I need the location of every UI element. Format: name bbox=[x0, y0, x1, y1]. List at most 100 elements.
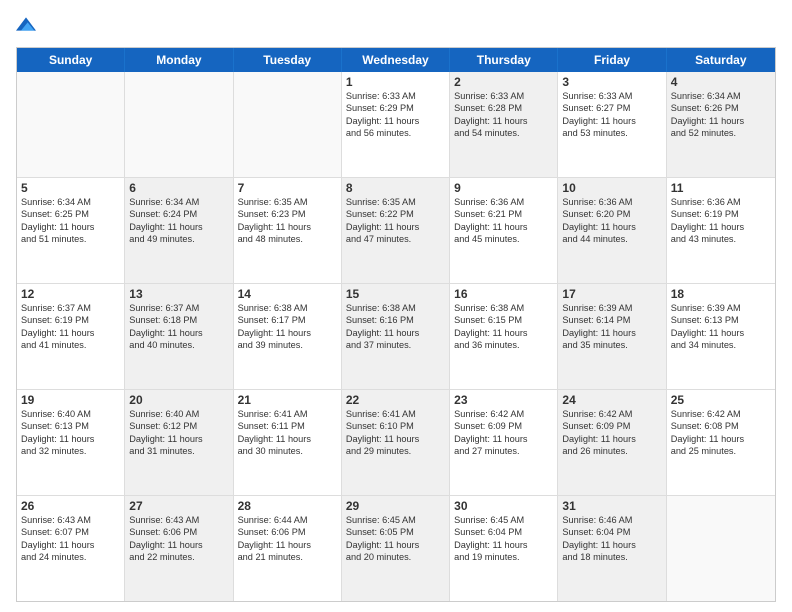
day-number: 24 bbox=[562, 393, 661, 407]
calendar-cell-empty bbox=[17, 72, 125, 177]
day-number: 3 bbox=[562, 75, 661, 89]
day-number: 9 bbox=[454, 181, 553, 195]
calendar-cell-day-27: 27Sunrise: 6:43 AM Sunset: 6:06 PM Dayli… bbox=[125, 496, 233, 601]
calendar-cell-day-17: 17Sunrise: 6:39 AM Sunset: 6:14 PM Dayli… bbox=[558, 284, 666, 389]
day-info: Sunrise: 6:34 AM Sunset: 6:24 PM Dayligh… bbox=[129, 196, 228, 246]
calendar-cell-day-20: 20Sunrise: 6:40 AM Sunset: 6:12 PM Dayli… bbox=[125, 390, 233, 495]
day-number: 4 bbox=[671, 75, 771, 89]
day-info: Sunrise: 6:40 AM Sunset: 6:13 PM Dayligh… bbox=[21, 408, 120, 458]
day-info: Sunrise: 6:36 AM Sunset: 6:21 PM Dayligh… bbox=[454, 196, 553, 246]
day-number: 29 bbox=[346, 499, 445, 513]
day-info: Sunrise: 6:40 AM Sunset: 6:12 PM Dayligh… bbox=[129, 408, 228, 458]
day-info: Sunrise: 6:39 AM Sunset: 6:14 PM Dayligh… bbox=[562, 302, 661, 352]
weekday-header-tuesday: Tuesday bbox=[234, 48, 342, 72]
calendar-cell-day-22: 22Sunrise: 6:41 AM Sunset: 6:10 PM Dayli… bbox=[342, 390, 450, 495]
calendar-cell-day-15: 15Sunrise: 6:38 AM Sunset: 6:16 PM Dayli… bbox=[342, 284, 450, 389]
calendar-cell-empty bbox=[125, 72, 233, 177]
calendar-cell-day-19: 19Sunrise: 6:40 AM Sunset: 6:13 PM Dayli… bbox=[17, 390, 125, 495]
day-number: 23 bbox=[454, 393, 553, 407]
day-number: 17 bbox=[562, 287, 661, 301]
calendar-cell-empty bbox=[667, 496, 775, 601]
day-info: Sunrise: 6:41 AM Sunset: 6:11 PM Dayligh… bbox=[238, 408, 337, 458]
day-info: Sunrise: 6:37 AM Sunset: 6:18 PM Dayligh… bbox=[129, 302, 228, 352]
calendar-cell-day-26: 26Sunrise: 6:43 AM Sunset: 6:07 PM Dayli… bbox=[17, 496, 125, 601]
day-number: 7 bbox=[238, 181, 337, 195]
calendar-cell-day-23: 23Sunrise: 6:42 AM Sunset: 6:09 PM Dayli… bbox=[450, 390, 558, 495]
weekday-header-saturday: Saturday bbox=[667, 48, 775, 72]
day-info: Sunrise: 6:36 AM Sunset: 6:19 PM Dayligh… bbox=[671, 196, 771, 246]
calendar-cell-day-12: 12Sunrise: 6:37 AM Sunset: 6:19 PM Dayli… bbox=[17, 284, 125, 389]
day-number: 6 bbox=[129, 181, 228, 195]
day-info: Sunrise: 6:38 AM Sunset: 6:17 PM Dayligh… bbox=[238, 302, 337, 352]
day-info: Sunrise: 6:38 AM Sunset: 6:16 PM Dayligh… bbox=[346, 302, 445, 352]
calendar-row-4: 26Sunrise: 6:43 AM Sunset: 6:07 PM Dayli… bbox=[17, 496, 775, 601]
day-number: 21 bbox=[238, 393, 337, 407]
day-number: 22 bbox=[346, 393, 445, 407]
weekday-header-thursday: Thursday bbox=[450, 48, 558, 72]
calendar-cell-day-9: 9Sunrise: 6:36 AM Sunset: 6:21 PM Daylig… bbox=[450, 178, 558, 283]
day-info: Sunrise: 6:45 AM Sunset: 6:05 PM Dayligh… bbox=[346, 514, 445, 564]
calendar-cell-day-10: 10Sunrise: 6:36 AM Sunset: 6:20 PM Dayli… bbox=[558, 178, 666, 283]
day-info: Sunrise: 6:42 AM Sunset: 6:09 PM Dayligh… bbox=[562, 408, 661, 458]
calendar-cell-day-31: 31Sunrise: 6:46 AM Sunset: 6:04 PM Dayli… bbox=[558, 496, 666, 601]
day-info: Sunrise: 6:36 AM Sunset: 6:20 PM Dayligh… bbox=[562, 196, 661, 246]
calendar-cell-day-7: 7Sunrise: 6:35 AM Sunset: 6:23 PM Daylig… bbox=[234, 178, 342, 283]
calendar-cell-day-4: 4Sunrise: 6:34 AM Sunset: 6:26 PM Daylig… bbox=[667, 72, 775, 177]
day-number: 14 bbox=[238, 287, 337, 301]
day-number: 5 bbox=[21, 181, 120, 195]
calendar-cell-day-5: 5Sunrise: 6:34 AM Sunset: 6:25 PM Daylig… bbox=[17, 178, 125, 283]
day-info: Sunrise: 6:33 AM Sunset: 6:28 PM Dayligh… bbox=[454, 90, 553, 140]
logo-icon bbox=[16, 14, 36, 34]
calendar-row-0: 1Sunrise: 6:33 AM Sunset: 6:29 PM Daylig… bbox=[17, 72, 775, 178]
calendar-cell-day-28: 28Sunrise: 6:44 AM Sunset: 6:06 PM Dayli… bbox=[234, 496, 342, 601]
calendar-cell-day-30: 30Sunrise: 6:45 AM Sunset: 6:04 PM Dayli… bbox=[450, 496, 558, 601]
day-info: Sunrise: 6:45 AM Sunset: 6:04 PM Dayligh… bbox=[454, 514, 553, 564]
day-info: Sunrise: 6:42 AM Sunset: 6:08 PM Dayligh… bbox=[671, 408, 771, 458]
calendar-cell-day-6: 6Sunrise: 6:34 AM Sunset: 6:24 PM Daylig… bbox=[125, 178, 233, 283]
calendar-cell-day-3: 3Sunrise: 6:33 AM Sunset: 6:27 PM Daylig… bbox=[558, 72, 666, 177]
page-header bbox=[16, 12, 776, 39]
day-number: 20 bbox=[129, 393, 228, 407]
calendar-row-1: 5Sunrise: 6:34 AM Sunset: 6:25 PM Daylig… bbox=[17, 178, 775, 284]
calendar-cell-day-1: 1Sunrise: 6:33 AM Sunset: 6:29 PM Daylig… bbox=[342, 72, 450, 177]
calendar-cell-day-21: 21Sunrise: 6:41 AM Sunset: 6:11 PM Dayli… bbox=[234, 390, 342, 495]
day-info: Sunrise: 6:44 AM Sunset: 6:06 PM Dayligh… bbox=[238, 514, 337, 564]
day-info: Sunrise: 6:33 AM Sunset: 6:27 PM Dayligh… bbox=[562, 90, 661, 140]
calendar: SundayMondayTuesdayWednesdayThursdayFrid… bbox=[16, 47, 776, 602]
calendar-cell-day-29: 29Sunrise: 6:45 AM Sunset: 6:05 PM Dayli… bbox=[342, 496, 450, 601]
day-number: 1 bbox=[346, 75, 445, 89]
calendar-cell-day-11: 11Sunrise: 6:36 AM Sunset: 6:19 PM Dayli… bbox=[667, 178, 775, 283]
day-number: 28 bbox=[238, 499, 337, 513]
day-info: Sunrise: 6:34 AM Sunset: 6:25 PM Dayligh… bbox=[21, 196, 120, 246]
day-number: 18 bbox=[671, 287, 771, 301]
day-info: Sunrise: 6:39 AM Sunset: 6:13 PM Dayligh… bbox=[671, 302, 771, 352]
day-number: 12 bbox=[21, 287, 120, 301]
calendar-cell-empty bbox=[234, 72, 342, 177]
day-info: Sunrise: 6:38 AM Sunset: 6:15 PM Dayligh… bbox=[454, 302, 553, 352]
weekday-header-wednesday: Wednesday bbox=[342, 48, 450, 72]
day-number: 19 bbox=[21, 393, 120, 407]
day-number: 27 bbox=[129, 499, 228, 513]
calendar-cell-day-14: 14Sunrise: 6:38 AM Sunset: 6:17 PM Dayli… bbox=[234, 284, 342, 389]
calendar-row-3: 19Sunrise: 6:40 AM Sunset: 6:13 PM Dayli… bbox=[17, 390, 775, 496]
day-info: Sunrise: 6:46 AM Sunset: 6:04 PM Dayligh… bbox=[562, 514, 661, 564]
day-number: 31 bbox=[562, 499, 661, 513]
day-number: 15 bbox=[346, 287, 445, 301]
day-info: Sunrise: 6:37 AM Sunset: 6:19 PM Dayligh… bbox=[21, 302, 120, 352]
day-info: Sunrise: 6:33 AM Sunset: 6:29 PM Dayligh… bbox=[346, 90, 445, 140]
day-info: Sunrise: 6:34 AM Sunset: 6:26 PM Dayligh… bbox=[671, 90, 771, 140]
day-info: Sunrise: 6:41 AM Sunset: 6:10 PM Dayligh… bbox=[346, 408, 445, 458]
calendar-cell-day-18: 18Sunrise: 6:39 AM Sunset: 6:13 PM Dayli… bbox=[667, 284, 775, 389]
calendar-cell-day-24: 24Sunrise: 6:42 AM Sunset: 6:09 PM Dayli… bbox=[558, 390, 666, 495]
day-info: Sunrise: 6:35 AM Sunset: 6:23 PM Dayligh… bbox=[238, 196, 337, 246]
day-number: 25 bbox=[671, 393, 771, 407]
day-info: Sunrise: 6:43 AM Sunset: 6:06 PM Dayligh… bbox=[129, 514, 228, 564]
calendar-cell-day-25: 25Sunrise: 6:42 AM Sunset: 6:08 PM Dayli… bbox=[667, 390, 775, 495]
calendar-cell-day-16: 16Sunrise: 6:38 AM Sunset: 6:15 PM Dayli… bbox=[450, 284, 558, 389]
day-info: Sunrise: 6:43 AM Sunset: 6:07 PM Dayligh… bbox=[21, 514, 120, 564]
weekday-header-friday: Friday bbox=[558, 48, 666, 72]
calendar-cell-day-2: 2Sunrise: 6:33 AM Sunset: 6:28 PM Daylig… bbox=[450, 72, 558, 177]
day-number: 8 bbox=[346, 181, 445, 195]
day-info: Sunrise: 6:42 AM Sunset: 6:09 PM Dayligh… bbox=[454, 408, 553, 458]
day-number: 16 bbox=[454, 287, 553, 301]
